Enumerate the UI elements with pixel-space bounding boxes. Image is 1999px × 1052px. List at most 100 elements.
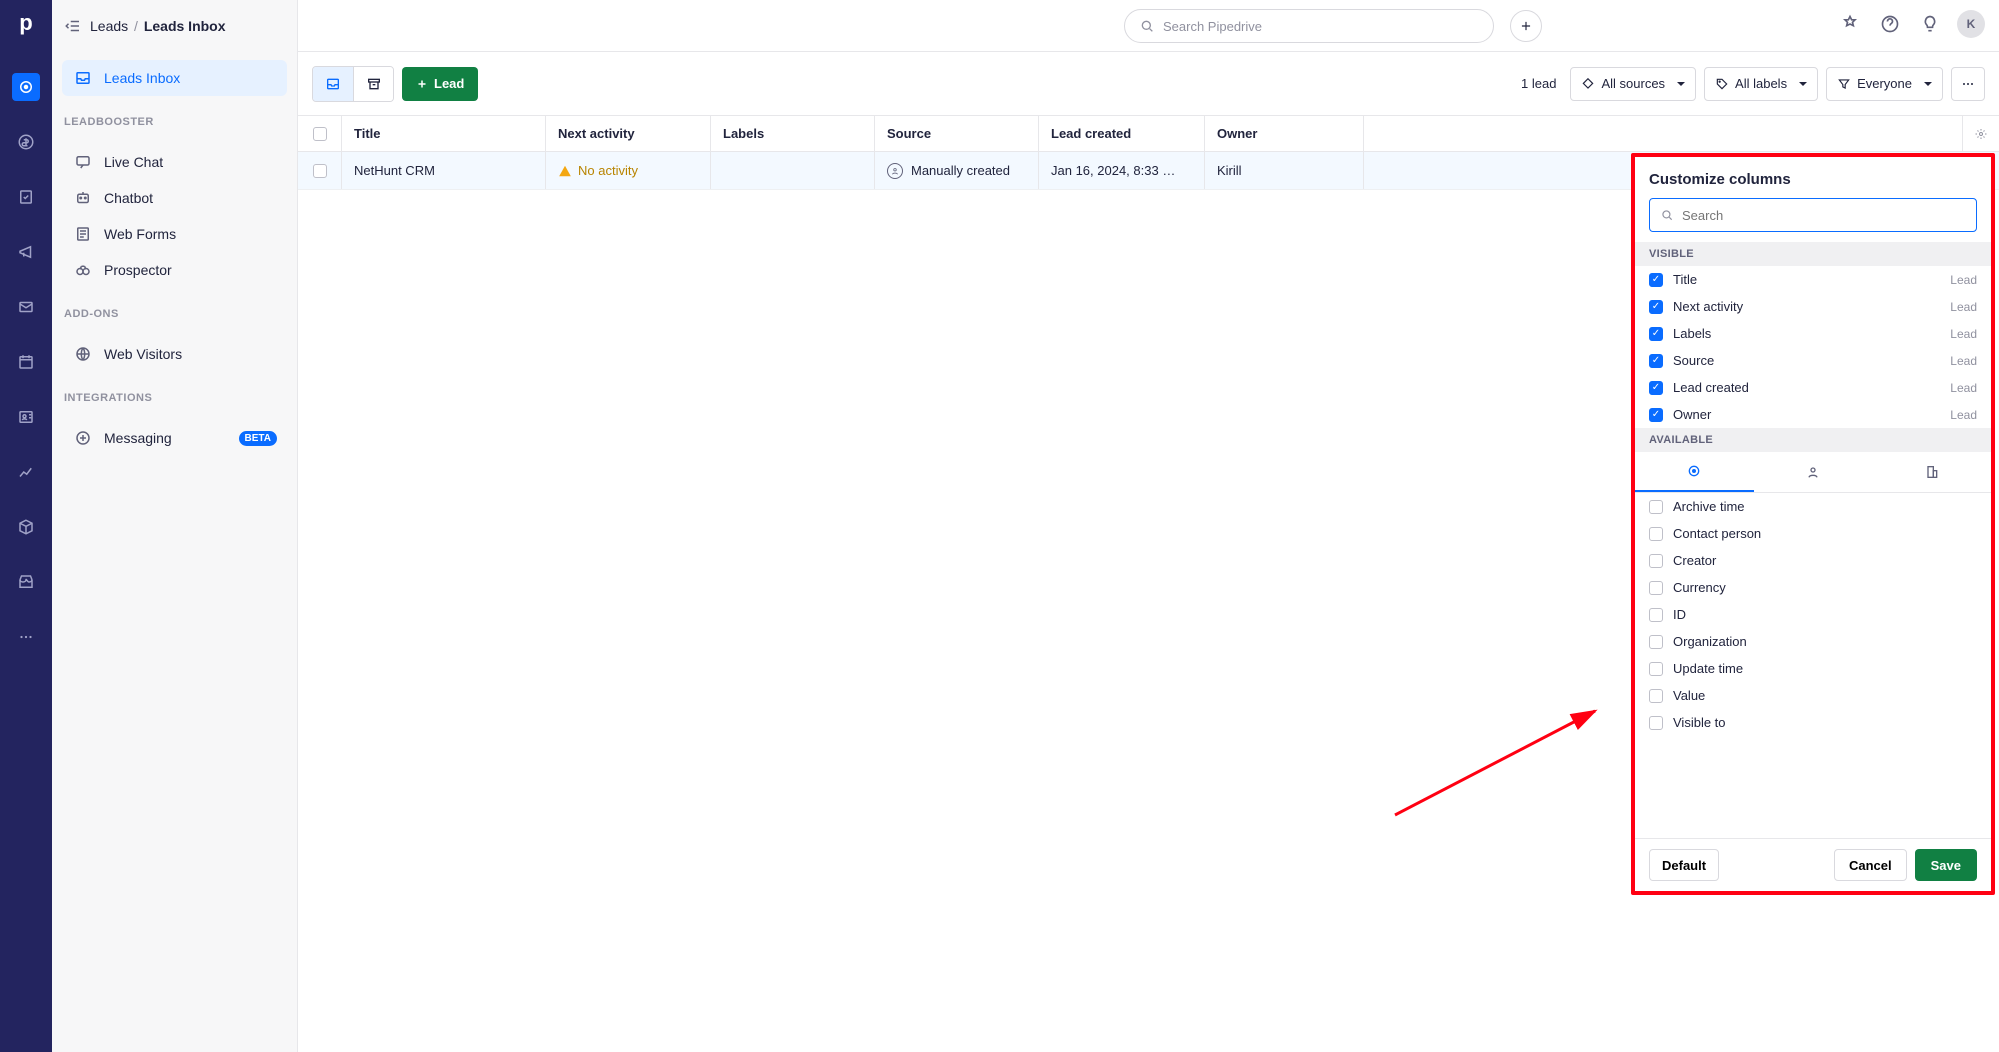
column-owner[interactable]: Owner [1205, 116, 1364, 151]
cancel-button[interactable]: Cancel [1834, 849, 1907, 881]
rail-mail-icon[interactable] [12, 293, 40, 321]
search-icon [1660, 208, 1674, 222]
checkbox-icon[interactable] [1649, 689, 1663, 703]
option-label: Owner [1673, 407, 1711, 422]
checkbox-icon[interactable] [1649, 662, 1663, 676]
sidebar-item-live-chat[interactable]: Live Chat [62, 144, 287, 180]
filter-owner[interactable]: Everyone [1826, 67, 1943, 101]
sidebar-item-label: Leads Inbox [104, 70, 180, 86]
panel-search[interactable] [1649, 198, 1977, 232]
checkbox-icon[interactable] [1649, 581, 1663, 595]
checkbox-checked-icon[interactable] [1649, 327, 1663, 341]
checkbox-checked-icon[interactable] [1649, 273, 1663, 287]
breadcrumb-parent[interactable]: Leads [90, 18, 128, 34]
available-option[interactable]: ID [1635, 601, 1991, 628]
option-label: Update time [1673, 661, 1743, 676]
select-all-checkbox[interactable] [298, 116, 342, 151]
rail-deals-icon[interactable] [12, 128, 40, 156]
sidebar: Leads / Leads Inbox Leads Inbox LEADBOOS… [52, 0, 298, 1052]
help-icon[interactable] [1877, 11, 1903, 37]
checkbox-icon[interactable] [1649, 527, 1663, 541]
option-type: Lead [1950, 273, 1977, 287]
checkbox-checked-icon[interactable] [1649, 408, 1663, 422]
checkbox-checked-icon[interactable] [1649, 381, 1663, 395]
sidebar-item-web-visitors[interactable]: Web Visitors [62, 336, 287, 372]
sidebar-item-leads-inbox[interactable]: Leads Inbox [62, 60, 287, 96]
available-option[interactable]: Currency [1635, 574, 1991, 601]
column-labels[interactable]: Labels [711, 116, 875, 151]
user-avatar[interactable]: K [1957, 10, 1985, 38]
filter-labels[interactable]: All labels [1704, 67, 1818, 101]
visible-option[interactable]: OwnerLead [1635, 401, 1991, 428]
row-checkbox[interactable] [298, 152, 342, 189]
tips-icon[interactable] [1917, 11, 1943, 37]
rail-leads-icon[interactable] [12, 73, 40, 101]
customize-columns-button[interactable] [1963, 116, 1999, 151]
checkbox-checked-icon[interactable] [1649, 354, 1663, 368]
sidebar-item-web-forms[interactable]: Web Forms [62, 216, 287, 252]
filter-sources[interactable]: All sources [1570, 67, 1696, 101]
checkbox-icon[interactable] [1649, 635, 1663, 649]
rail-marketplace-icon[interactable] [12, 568, 40, 596]
quick-add-button[interactable] [1510, 10, 1542, 42]
add-lead-button[interactable]: Lead [402, 67, 478, 101]
available-option[interactable]: Contact person [1635, 520, 1991, 547]
lead-count: 1 lead [1521, 76, 1556, 91]
checkbox-checked-icon[interactable] [1649, 300, 1663, 314]
rail-projects-icon[interactable] [12, 183, 40, 211]
binoculars-icon [74, 261, 92, 279]
column-source[interactable]: Source [875, 116, 1039, 151]
checkbox-icon[interactable] [1649, 554, 1663, 568]
option-label: Value [1673, 688, 1705, 703]
sidebar-item-prospector[interactable]: Prospector [62, 252, 287, 288]
field-category-tabs [1635, 452, 1991, 493]
tab-org-fields[interactable] [1872, 452, 1991, 492]
rail-campaigns-icon[interactable] [12, 238, 40, 266]
panel-search-input[interactable] [1682, 208, 1966, 223]
view-inbox-button[interactable] [313, 67, 353, 101]
visible-option[interactable]: TitleLead [1635, 266, 1991, 293]
label-icon [1715, 77, 1729, 91]
collapse-sidebar-icon[interactable] [64, 17, 82, 35]
addon-icon[interactable] [1837, 11, 1863, 37]
visible-option[interactable]: Lead createdLead [1635, 374, 1991, 401]
rail-activities-icon[interactable] [12, 348, 40, 376]
column-next-activity[interactable]: Next activity [546, 116, 711, 151]
option-label: ID [1673, 607, 1686, 622]
available-option[interactable]: Creator [1635, 547, 1991, 574]
view-toggle [312, 66, 394, 102]
option-type: Lead [1950, 300, 1977, 314]
visible-option[interactable]: LabelsLead [1635, 320, 1991, 347]
checkbox-icon[interactable] [1649, 716, 1663, 730]
visible-option[interactable]: Next activityLead [1635, 293, 1991, 320]
view-archive-button[interactable] [353, 67, 393, 101]
visible-option[interactable]: SourceLead [1635, 347, 1991, 374]
rail-insights-icon[interactable] [12, 458, 40, 486]
cell-title: NetHunt CRM [342, 152, 546, 189]
available-option[interactable]: Update time [1635, 655, 1991, 682]
column-title[interactable]: Title [342, 116, 546, 151]
available-option[interactable]: Visible to [1635, 709, 1991, 736]
rail-products-icon[interactable] [12, 513, 40, 541]
sidebar-item-chatbot[interactable]: Chatbot [62, 180, 287, 216]
sidebar-item-messaging[interactable]: Messaging BETA [62, 420, 287, 456]
global-search[interactable]: Search Pipedrive [1124, 9, 1494, 43]
more-actions-button[interactable] [1951, 67, 1985, 101]
checkbox-icon[interactable] [1649, 608, 1663, 622]
sidebar-item-label: Live Chat [104, 154, 163, 170]
checkbox-icon[interactable] [1649, 500, 1663, 514]
search-placeholder: Search Pipedrive [1163, 19, 1262, 34]
available-option[interactable]: Organization [1635, 628, 1991, 655]
tab-person-fields[interactable] [1754, 452, 1873, 492]
default-button[interactable]: Default [1649, 849, 1719, 881]
top-header: Search Pipedrive K [298, 0, 1999, 52]
breadcrumb-current: Leads Inbox [144, 18, 226, 34]
column-lead-created[interactable]: Lead created [1039, 116, 1205, 151]
rail-more-icon[interactable] [12, 623, 40, 651]
save-button[interactable]: Save [1915, 849, 1977, 881]
tab-lead-fields[interactable] [1635, 452, 1754, 492]
available-option[interactable]: Value [1635, 682, 1991, 709]
available-option[interactable]: Archive time [1635, 493, 1991, 520]
plus-icon [416, 78, 428, 90]
rail-contacts-icon[interactable] [12, 403, 40, 431]
